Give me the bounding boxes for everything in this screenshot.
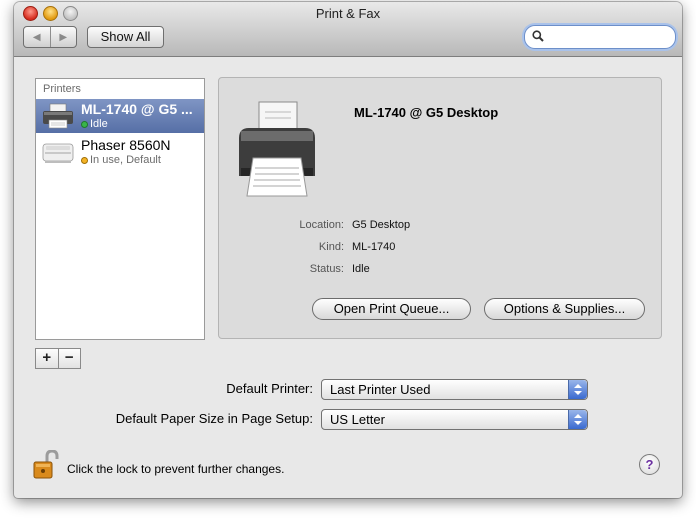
paper-size-value: US Letter	[330, 412, 385, 427]
printer-status: Idle	[90, 118, 108, 130]
add-printer-button[interactable]: +	[36, 349, 58, 368]
printer-detail-panel: ML-1740 @ G5 Desktop Location: G5 Deskto…	[218, 77, 662, 339]
location-value: G5 Desktop	[352, 219, 411, 231]
printer-icon	[43, 103, 73, 129]
printer-list-header: Printers	[43, 83, 81, 95]
status-value: Idle	[352, 263, 370, 275]
status-label: Status:	[309, 263, 344, 275]
printer-icon	[239, 101, 315, 197]
printer-name: Phaser 8560N	[81, 137, 171, 153]
default-printer-label: Default Printer:	[226, 381, 313, 396]
status-idle-icon	[81, 121, 88, 128]
default-printer-select[interactable]: Last Printer Used	[321, 379, 588, 400]
printer-list-item-phaser[interactable]: Phaser 8560N In use, Default	[36, 135, 204, 169]
kind-value: ML-1740	[352, 241, 396, 253]
show-all-button[interactable]: Show All	[87, 26, 164, 48]
search-input[interactable]	[549, 28, 671, 46]
default-printer-value: Last Printer Used	[330, 382, 431, 397]
kind-label: Kind:	[318, 241, 344, 253]
forward-arrow-icon: ▶	[59, 31, 68, 43]
printer-status: In use, Default	[90, 154, 161, 166]
remove-printer-button[interactable]: −	[57, 349, 81, 368]
help-button[interactable]: ?	[639, 454, 660, 475]
location-label: Location:	[299, 219, 344, 231]
printer-name: ML-1740 @ G5 ...	[81, 101, 193, 117]
lock-icon[interactable]	[33, 450, 59, 480]
back-arrow-icon: ◀	[32, 31, 41, 43]
printer-icon	[42, 143, 74, 163]
paper-size-label: Default Paper Size in Page Setup:	[115, 411, 313, 426]
title-bar: Print & Fax ◀ ▶ Show All	[14, 2, 682, 57]
window-title: Print & Fax	[315, 6, 381, 21]
search-icon	[532, 30, 544, 42]
popup-arrows-icon	[568, 410, 587, 429]
print-fax-window: Print & Fax ◀ ▶ Show All Printers ML-174…	[14, 2, 682, 498]
lock-message: Click the lock to prevent further change…	[67, 462, 285, 476]
search-field[interactable]	[524, 25, 676, 49]
forward-button[interactable]: ▶	[49, 27, 77, 47]
options-supplies-button[interactable]: Options & Supplies...	[484, 298, 645, 320]
printer-detail-name: ML-1740 @ G5 Desktop	[354, 105, 499, 120]
open-print-queue-button[interactable]: Open Print Queue...	[312, 298, 471, 320]
printer-list[interactable]: Printers ML-1740 @ G5 ... Idle Phaser 85	[35, 78, 205, 340]
back-button[interactable]: ◀	[24, 27, 50, 47]
printer-list-item-ml1740[interactable]: ML-1740 @ G5 ... Idle	[36, 99, 204, 133]
back-forward-control: ◀ ▶	[23, 26, 77, 48]
add-remove-control: + −	[35, 348, 81, 369]
popup-arrows-icon	[568, 380, 587, 399]
status-in-use-icon	[81, 157, 88, 164]
paper-size-select[interactable]: US Letter	[321, 409, 588, 430]
